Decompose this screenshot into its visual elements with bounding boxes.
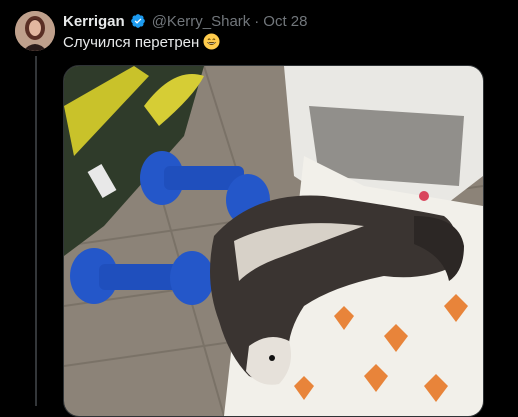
tweet-header: Kerrigan @Kerry_Shark · Oct 28: [63, 11, 307, 31]
avatar[interactable]: [15, 11, 55, 51]
grinning-face-emoji: [203, 33, 221, 50]
thread-connector-line: [35, 56, 37, 406]
tweet-date[interactable]: Oct 28: [263, 13, 307, 30]
tweet-text-content: Случился перетрен: [63, 34, 200, 51]
author-handle[interactable]: @Kerry_Shark: [152, 13, 251, 30]
avatar-image: [15, 11, 55, 51]
tweet-text: Случился перетрен: [63, 33, 221, 53]
author-name[interactable]: Kerrigan: [63, 13, 125, 30]
separator-dot: ·: [254, 12, 260, 30]
ferret-photo: [64, 66, 483, 416]
tweet-media-image[interactable]: [63, 65, 484, 417]
verified-badge-icon[interactable]: [130, 13, 146, 29]
